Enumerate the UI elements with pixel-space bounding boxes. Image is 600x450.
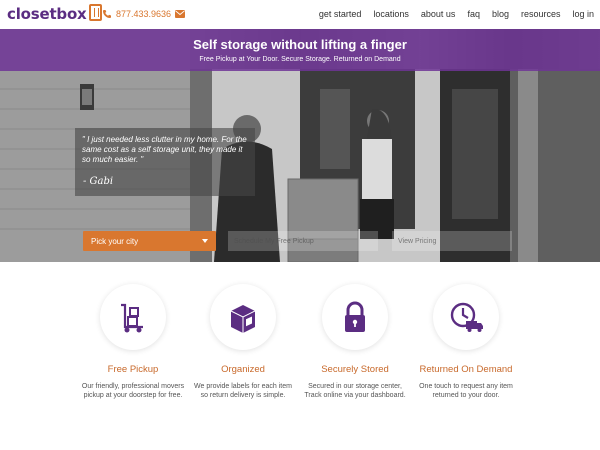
city-select-label: Pick your city xyxy=(91,236,139,246)
nav-log-in[interactable]: log in xyxy=(572,9,594,19)
features-section: Free Pickup Our friendly, professional m… xyxy=(0,262,600,450)
nav-get-started[interactable]: get started xyxy=(319,9,362,19)
schedule-pickup-button[interactable]: Schedule My Free Pickup xyxy=(228,231,378,251)
feature-securely-stored: Securely Stored Secured in our storage c… xyxy=(295,284,415,400)
main-nav: get started locations about us faq blog … xyxy=(307,9,594,19)
feature-title: Free Pickup xyxy=(107,364,159,375)
dolly-boxes-icon xyxy=(121,303,143,333)
feature-title: Securely Stored xyxy=(321,364,389,375)
feature-title: Returned On Demand xyxy=(419,364,513,375)
testimonial-box: " I just needed less clutter in my home.… xyxy=(75,128,255,196)
hero-subtitle: Free Pickup at Your Door. Secure Storage… xyxy=(199,56,401,63)
mail-icon[interactable] xyxy=(175,10,185,18)
hero-title: Self storage without lifting a finger xyxy=(193,37,407,52)
nav-locations[interactable]: locations xyxy=(373,9,409,19)
city-select-dropdown[interactable]: Pick your city xyxy=(83,231,216,251)
chevron-down-icon xyxy=(202,239,208,243)
testimonial-text: " I just needed less clutter in my home.… xyxy=(82,135,247,164)
feature-icon-circle xyxy=(322,284,388,350)
logo-text: closetbox xyxy=(7,5,87,23)
phone-icon xyxy=(103,10,111,18)
feature-title: Organized xyxy=(221,364,265,375)
feature-free-pickup: Free Pickup Our friendly, professional m… xyxy=(73,284,193,400)
phone-link[interactable]: 877.433.9636 xyxy=(102,9,171,19)
feature-desc: We provide labels for each item so retur… xyxy=(194,383,292,399)
feature-organized: Organized We provide labels for each ite… xyxy=(183,284,303,400)
nav-resources[interactable]: resources xyxy=(521,9,561,19)
labeled-box-icon xyxy=(230,305,256,333)
testimonial-author: - Gabi xyxy=(83,176,114,187)
closetbox-logo[interactable]: closetbox xyxy=(7,3,102,23)
feature-returned-on-demand: Returned On Demand One touch to request … xyxy=(406,284,526,400)
view-pricing-button[interactable]: View Pricing xyxy=(392,231,512,251)
nav-faq[interactable]: faq xyxy=(467,9,480,19)
hero-banner: Self storage without lifting a finger Fr… xyxy=(0,29,600,71)
feature-desc: Our friendly, professional movers pickup… xyxy=(81,383,185,399)
logo-box-icon xyxy=(88,3,102,21)
feature-icon-circle xyxy=(100,284,166,350)
feature-icon-circle xyxy=(433,284,499,350)
clock-truck-icon xyxy=(450,302,483,332)
feature-desc: Secured in our storage center, Track onl… xyxy=(304,383,406,399)
feature-desc: One touch to request any item returned t… xyxy=(419,383,513,399)
phone-number: 877.433.9636 xyxy=(116,9,172,19)
lock-icon xyxy=(345,301,365,332)
nav-about-us[interactable]: about us xyxy=(421,9,456,19)
hero-section: Self storage without lifting a finger Fr… xyxy=(0,29,600,262)
feature-icon-circle xyxy=(210,284,276,350)
nav-blog[interactable]: blog xyxy=(492,9,509,19)
site-header: closetbox 877.433.9636 get started locat… xyxy=(0,0,600,29)
